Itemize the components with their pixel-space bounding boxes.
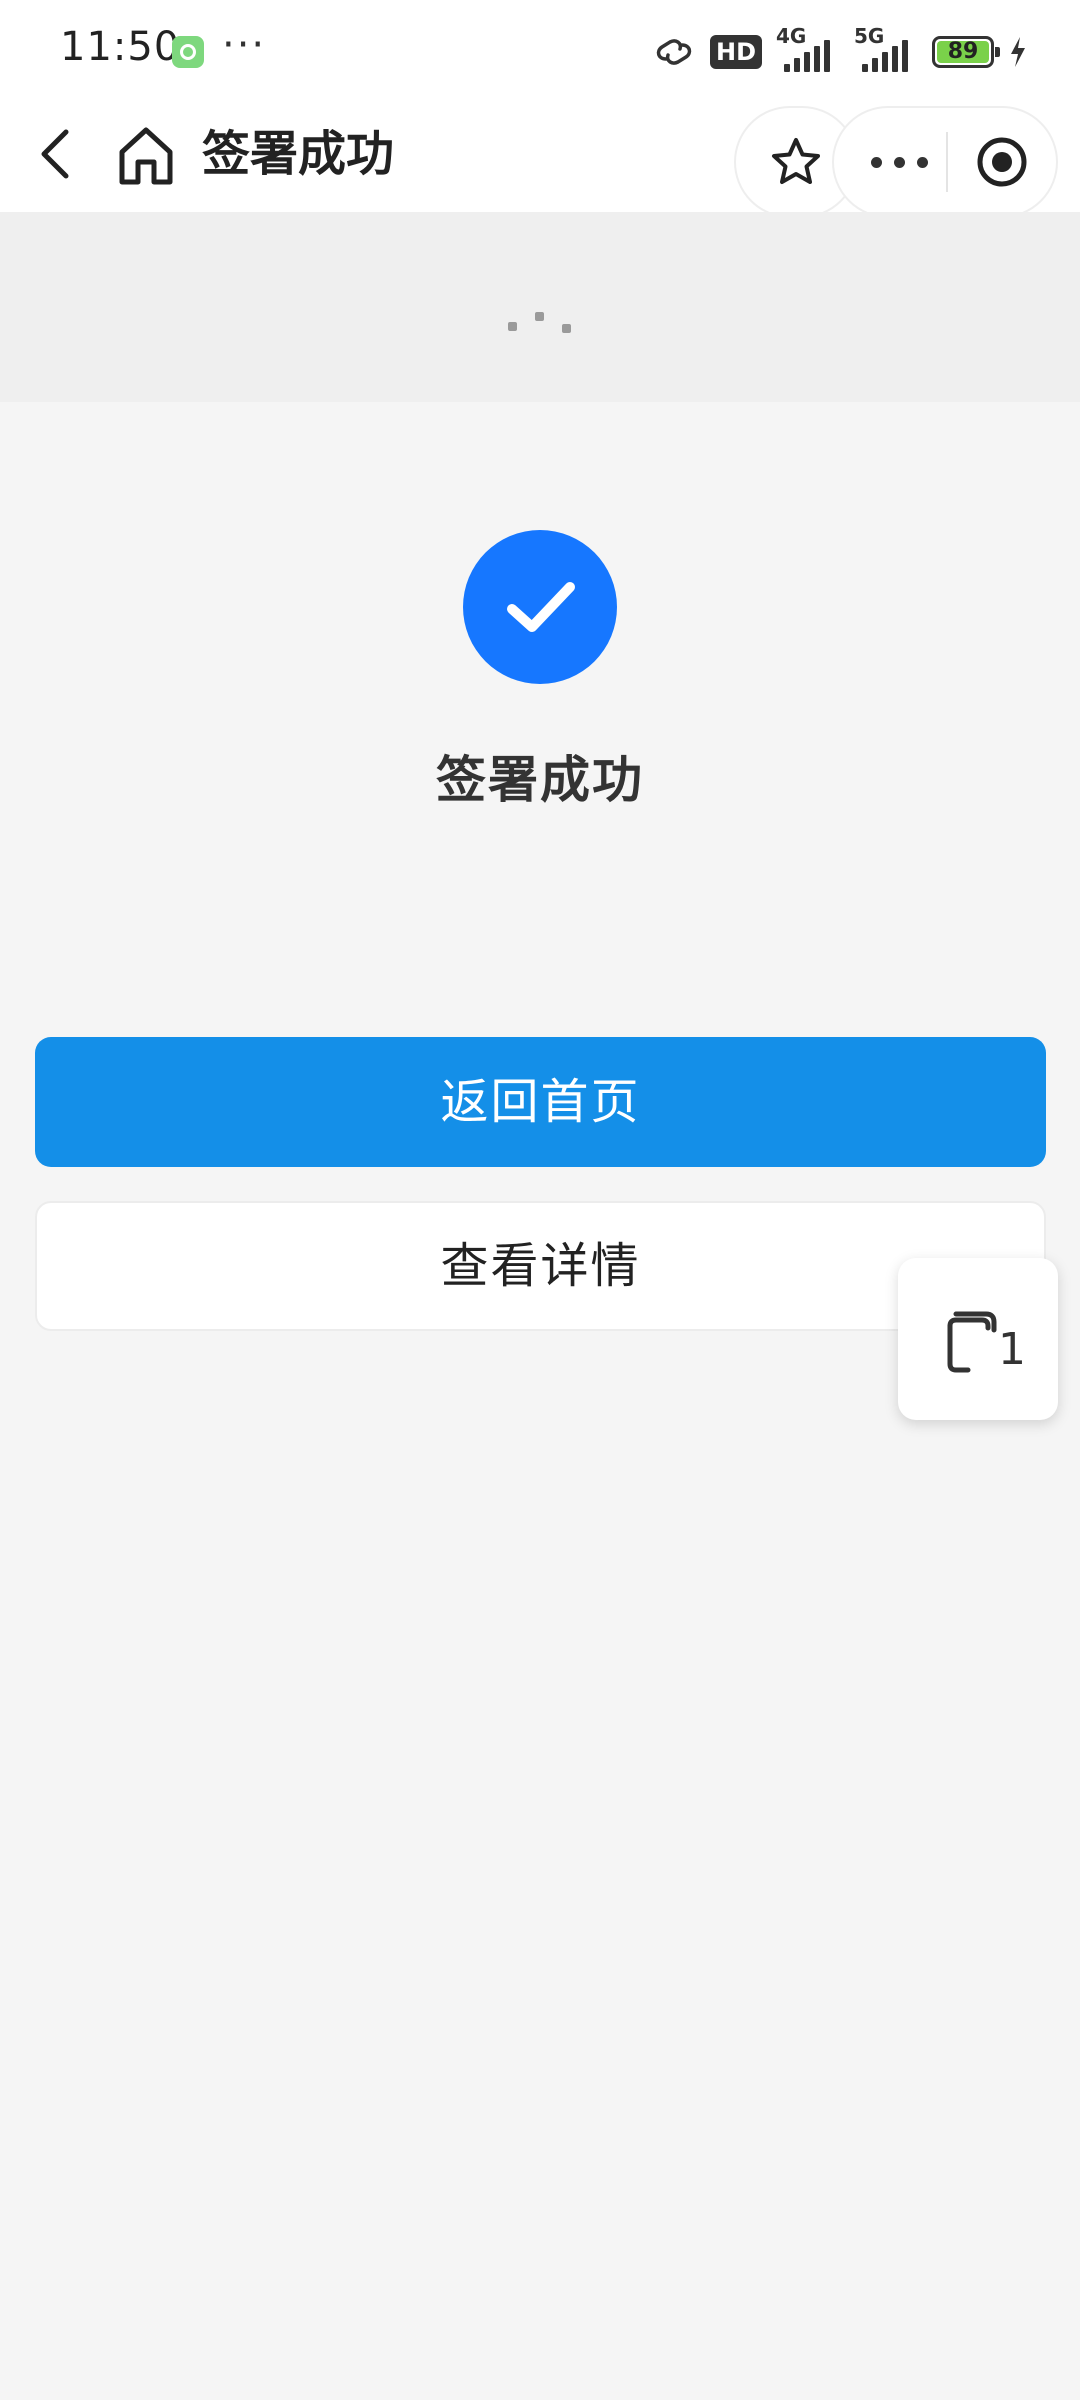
floating-count: 1 — [998, 1324, 1026, 1375]
checkmark-icon — [507, 582, 575, 632]
status-bar: 11:50 ··· HD 4G 5G 89 — [0, 0, 1080, 100]
battery-icon: 89 — [932, 36, 1000, 68]
page-title: 签署成功 — [202, 126, 395, 182]
hd-badge: HD — [709, 35, 762, 69]
charging-icon — [1011, 37, 1025, 67]
loading-dots-icon — [508, 308, 572, 338]
battery-level: 89 — [937, 41, 989, 63]
more-dots-icon[interactable] — [854, 108, 944, 216]
link-icon — [656, 39, 692, 65]
capsule-divider — [946, 132, 948, 192]
close-target-icon[interactable] — [974, 134, 1030, 190]
success-icon — [463, 530, 617, 684]
status-indicators: HD 4G 5G 89 — [652, 24, 1028, 74]
signal-5g-icon: 5G — [854, 24, 918, 74]
nav-bar: 签署成功 — [0, 100, 1080, 218]
app-notification-icon — [172, 36, 204, 68]
home-icon[interactable] — [114, 122, 178, 190]
success-title: 签署成功 — [436, 751, 644, 809]
status-more-icon: ··· — [222, 22, 267, 68]
signal-4g-icon: 4G — [776, 24, 840, 74]
mini-program-capsule — [832, 106, 1058, 218]
back-arrow-icon[interactable] — [26, 122, 90, 186]
copy-stack-icon — [947, 1311, 997, 1373]
status-time: 11:50 — [60, 24, 181, 70]
star-icon — [772, 138, 820, 184]
floating-window-button[interactable]: 1 — [898, 1258, 1058, 1420]
return-home-button[interactable]: 返回首页 — [35, 1037, 1046, 1167]
loading-area — [0, 212, 1080, 402]
view-details-button[interactable]: 查看详情 — [35, 1201, 1046, 1331]
